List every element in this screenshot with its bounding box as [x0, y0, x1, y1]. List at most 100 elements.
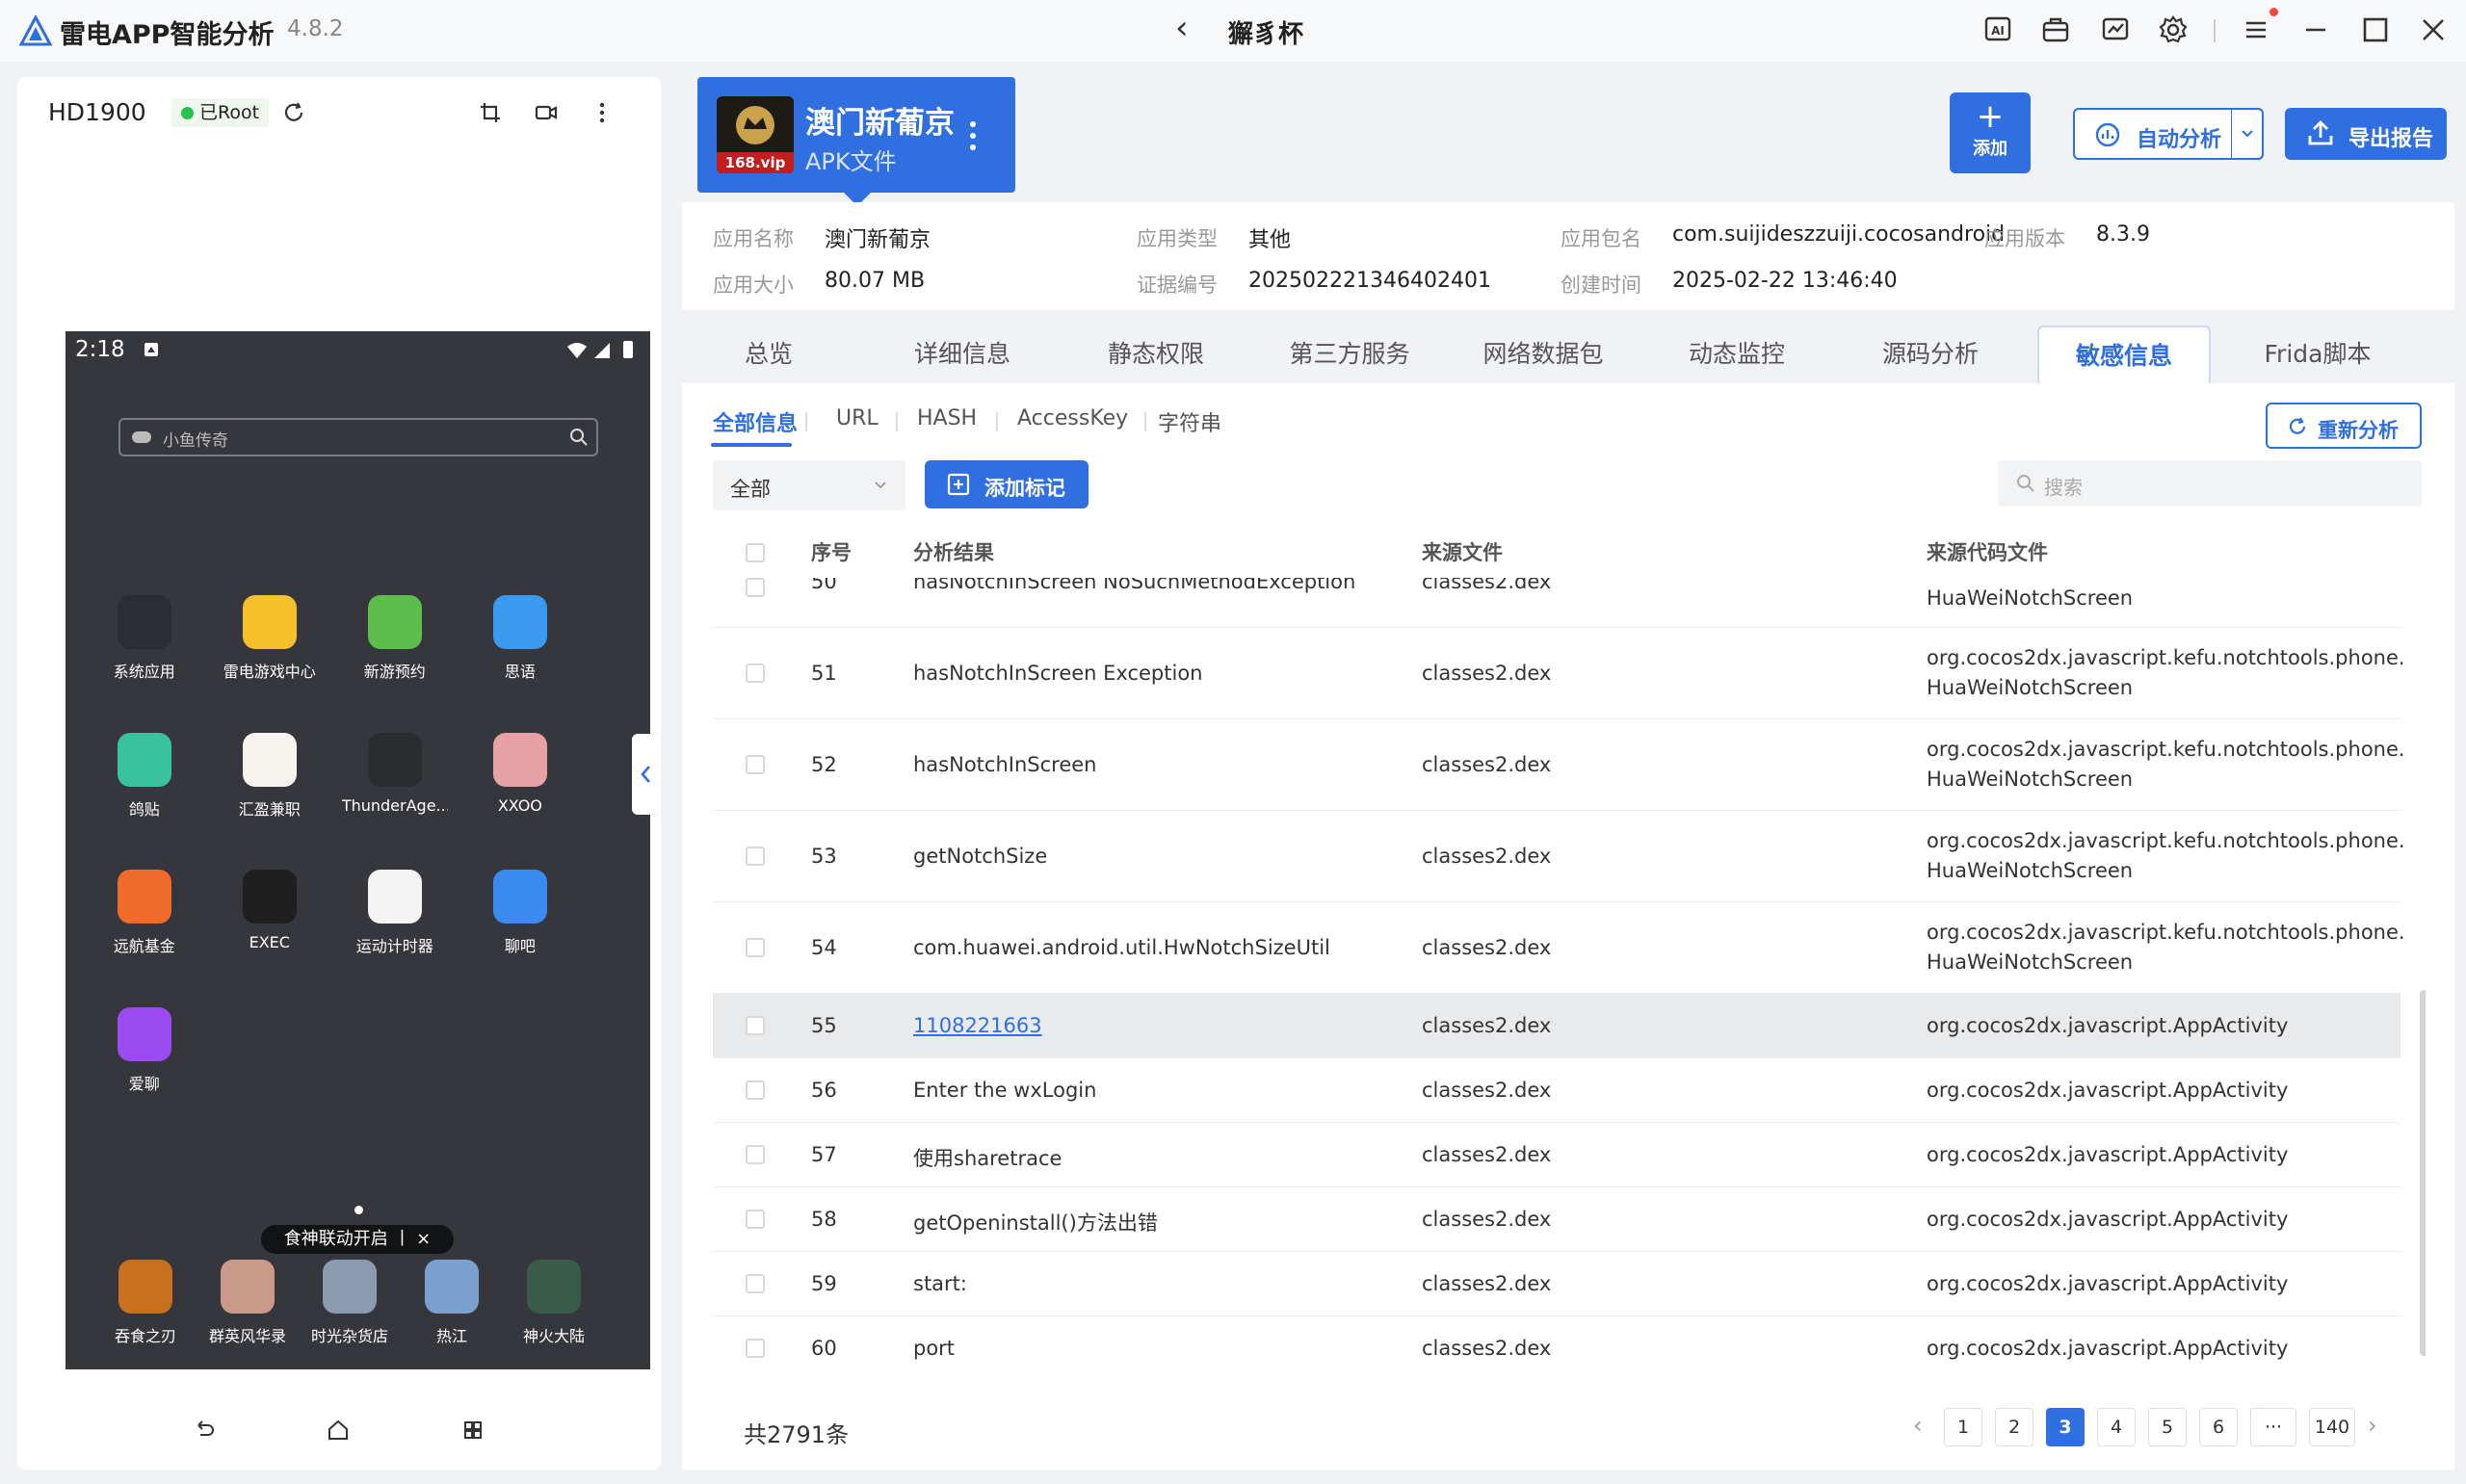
table-row[interactable]: 54 com.huawei.android.util.HwNotchSizeUti… [713, 902, 2405, 994]
row-checkbox[interactable] [746, 1016, 765, 1035]
row-checkbox[interactable] [746, 846, 765, 866]
dock-app[interactable]: 神火大陆 [501, 1260, 607, 1346]
export-report-button[interactable]: 导出报告 [2285, 108, 2447, 160]
table-row[interactable]: 57 使用sharetrace classes2.dex org.cocos2dx.j… [713, 1123, 2400, 1187]
tab-sensitive-info[interactable]: 敏感信息 [2037, 325, 2211, 383]
table-row[interactable]: 50 hasNotchInScreen NoSuchMethodExceptio… [713, 578, 2400, 628]
phone-app[interactable]: 运动计时器 [342, 870, 448, 956]
next-page-icon[interactable]: › [2368, 1412, 2377, 1439]
case-title: 獬豸杯 [1228, 20, 1304, 49]
tab-overview[interactable]: 总览 [682, 325, 855, 383]
tab-third-party[interactable]: 第三方服务 [1263, 325, 1436, 383]
row-checkbox[interactable] [746, 1080, 765, 1100]
page-button[interactable]: 140 [2309, 1408, 2355, 1446]
nav-back-icon[interactable] [189, 1416, 218, 1445]
maximize-icon[interactable] [2360, 14, 2391, 45]
table-row[interactable]: 53 getNotchSize classes2.dex org.cocos2dx.j… [713, 811, 2405, 902]
phone-app[interactable]: 雷电游戏中心 [217, 595, 323, 682]
phone-app[interactable]: 远航基金 [92, 870, 197, 956]
tab-static-permissions[interactable]: 静态权限 [1069, 325, 1243, 383]
ai-icon[interactable]: AI [1982, 14, 2013, 45]
dock-app[interactable]: 群英风华录 [195, 1260, 301, 1346]
page-button[interactable]: 5 [2148, 1408, 2187, 1446]
page-button[interactable]: 4 [2097, 1408, 2136, 1446]
table-row[interactable]: 52 hasNotchInScreen classes2.dex org.cocos2… [713, 719, 2405, 811]
table-row[interactable]: 59 start: classes2.dex org.cocos2dx.javascr… [713, 1252, 2400, 1316]
row-checkbox[interactable] [746, 1145, 765, 1164]
back-icon[interactable]: ‹ [1175, 12, 1189, 44]
phone-app[interactable]: EXEC [217, 870, 323, 951]
prev-page-icon[interactable]: ‹ [1913, 1412, 1923, 1439]
phone-search-bar[interactable]: 小鱼传奇 [118, 418, 598, 456]
subtab-accesskey[interactable]: AccessKey [1017, 406, 1128, 430]
tab-frida-script[interactable]: Frida脚本 [2231, 325, 2404, 383]
table-row[interactable]: 58 getOpeninstall()方法出错 classes2.dex org.co… [713, 1187, 2400, 1252]
page-button[interactable]: 6 [2199, 1408, 2238, 1446]
table-body[interactable]: 50 hasNotchInScreen NoSuchMethodExceptio… [713, 578, 2426, 1377]
phone-app[interactable]: 思语 [467, 595, 573, 682]
search-input[interactable]: 搜索 [1998, 460, 2422, 507]
briefcase-icon[interactable] [2040, 14, 2071, 45]
phone-app[interactable]: ThunderAge... [342, 732, 448, 815]
row-checkbox[interactable] [746, 664, 765, 683]
row-checkbox[interactable] [746, 1274, 765, 1293]
page-button[interactable]: 1 [1944, 1408, 1982, 1446]
select-all-checkbox[interactable] [746, 543, 765, 562]
phone-screen[interactable]: 2:18 小鱼传奇 系统应用 雷电游戏中心 新游预约 思语 鸽贴 汇盈兼职 ThunderA… [66, 331, 650, 1369]
subtab-url[interactable]: URL [836, 406, 879, 430]
more-vertical-icon[interactable] [590, 100, 615, 125]
table-row[interactable]: 51 hasNotchInScreen Exception classes2.dex… [713, 628, 2405, 719]
table-row[interactable]: 56 Enter the wxLogin classes2.dex org.cocos… [713, 1058, 2400, 1123]
record-video-icon[interactable] [534, 100, 559, 125]
row-checkbox[interactable] [746, 755, 765, 774]
crop-icon[interactable] [478, 100, 503, 125]
table-row[interactable]: 55 1108221663 classes2.dex org.cocos2dx.jav… [713, 994, 2400, 1058]
menu-icon[interactable] [2241, 14, 2271, 45]
phone-app[interactable]: 鸽贴 [92, 732, 197, 820]
phone-app[interactable]: 汇盈兼职 [217, 732, 323, 820]
toast-message[interactable]: 食神联动开启 丨 × [261, 1225, 454, 1254]
subtab-all[interactable]: 全部信息 [713, 406, 798, 437]
dock-app[interactable]: 热江 [399, 1260, 505, 1346]
page-button[interactable]: 2 [1995, 1408, 2033, 1446]
filter-select[interactable]: 全部 [713, 460, 905, 510]
minimize-icon[interactable] [2300, 14, 2331, 45]
collapse-panel-button[interactable] [632, 734, 661, 815]
tab-network-packets[interactable]: 网络数据包 [1456, 325, 1630, 383]
row-checkbox[interactable] [746, 578, 765, 597]
row-result[interactable]: 1108221663 [913, 1014, 1042, 1037]
settings-icon[interactable] [2158, 14, 2189, 45]
phone-app[interactable]: 系统应用 [92, 595, 197, 682]
close-icon[interactable] [2418, 14, 2449, 45]
subtab-string[interactable]: 字符串 [1158, 406, 1221, 437]
more-vertical-icon[interactable] [969, 119, 977, 152]
phone-app[interactable]: 聊吧 [467, 870, 573, 956]
tab-dynamic-monitor[interactable]: 动态监控 [1650, 325, 1823, 383]
phone-app[interactable]: 爱聊 [92, 1006, 197, 1094]
page-button[interactable]: 3 [2046, 1408, 2085, 1446]
row-checkbox[interactable] [746, 1210, 765, 1229]
phone-app[interactable]: 新游预约 [342, 595, 448, 682]
row-checkbox[interactable] [746, 938, 765, 957]
tab-source-analysis[interactable]: 源码分析 [1844, 325, 2017, 383]
add-mark-button[interactable]: 添加标记 [925, 460, 1089, 508]
phone-app[interactable]: XXOO [467, 732, 573, 815]
table-row[interactable]: 60 port classes2.dex org.cocos2dx.javascrip… [713, 1316, 2400, 1377]
scrollbar-thumb[interactable] [2420, 990, 2426, 1356]
reanalyze-button[interactable]: 重新分析 [2266, 403, 2422, 449]
add-button[interactable]: + 添加 [1950, 92, 2031, 173]
chart-icon[interactable] [2100, 14, 2131, 45]
row-source-code: org.cocos2dx.javascript.AppActivity [1927, 1272, 2289, 1295]
row-result: com.huawei.android.util.HwNotchSizeUtil [913, 936, 1330, 959]
nav-recent-icon[interactable] [459, 1416, 487, 1445]
dock-app[interactable]: 吞食之刃 [92, 1260, 198, 1346]
nav-home-icon[interactable] [324, 1416, 353, 1445]
refresh-icon[interactable] [281, 100, 306, 125]
page-button[interactable]: ··· [2250, 1408, 2296, 1446]
row-checkbox[interactable] [746, 1339, 765, 1358]
app-card[interactable]: 168.vip 澳门新葡京 APK文件 [697, 77, 1015, 206]
dock-app[interactable]: 时光杂货店 [297, 1260, 403, 1346]
auto-analyze-dropdown[interactable] [2231, 108, 2264, 160]
tab-details[interactable]: 详细信息 [876, 325, 1049, 383]
subtab-hash[interactable]: HASH [917, 406, 977, 430]
